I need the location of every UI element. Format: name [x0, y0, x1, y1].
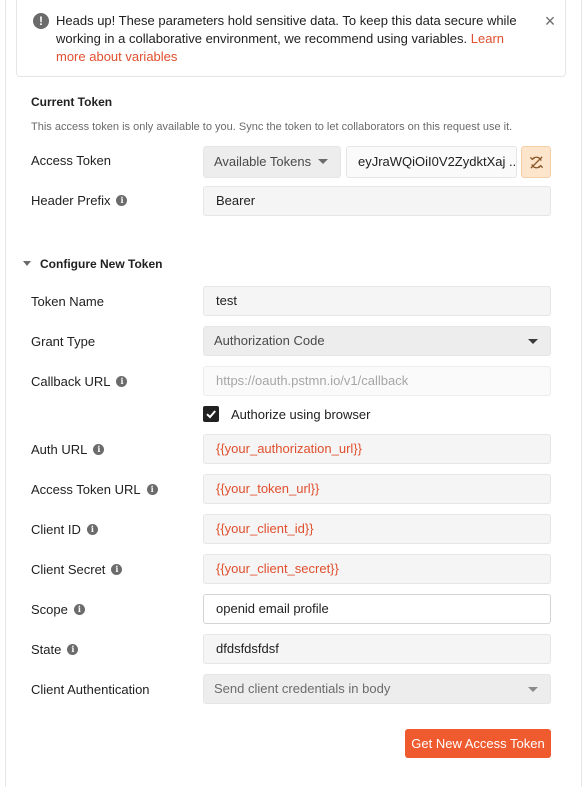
checkmark-icon [206, 410, 216, 419]
client-id-label-text: Client ID [31, 522, 81, 537]
access-token-value[interactable]: eyJraWQiOiI0V2ZydktXaj ... [346, 146, 517, 178]
auth-url-input[interactable]: {{your_authorization_url}} [203, 434, 551, 464]
chevron-down-icon [318, 159, 328, 164]
chevron-down-icon [528, 339, 538, 344]
available-tokens-value: Available Tokens [214, 154, 312, 169]
client-secret-input[interactable]: {{your_client_secret}} [203, 554, 551, 584]
info-icon: i [116, 195, 128, 207]
info-icon: i [93, 444, 105, 456]
state-label: State i [31, 636, 79, 664]
scope-label: Scope i [31, 596, 85, 624]
token-name-label: Token Name [31, 294, 104, 309]
client-id-label: Client ID i [31, 516, 98, 544]
grant-type-select[interactable]: Authorization Code [203, 326, 551, 356]
authorize-browser-label[interactable]: Authorize using browser [231, 406, 370, 424]
sync-token-button[interactable] [521, 146, 551, 178]
callback-url-label-text: Callback URL [31, 374, 111, 389]
info-icon: i [111, 564, 123, 576]
access-token-url-label-text: Access Token URL [31, 482, 141, 497]
state-label-text: State [31, 642, 62, 657]
info-icon: i [86, 524, 98, 536]
info-icon: i [67, 644, 79, 656]
auth-url-label-text: Auth URL [31, 442, 88, 457]
current-token-title: Current Token [31, 95, 113, 109]
info-icon: i [116, 376, 128, 388]
client-id-input[interactable]: {{your_client_id}} [203, 514, 551, 544]
client-authentication-label: Client Authentication [31, 682, 150, 697]
header-prefix-label: Header Prefix i [31, 187, 128, 215]
chevron-down-icon [528, 687, 538, 692]
authorize-browser-checkbox[interactable] [203, 406, 219, 422]
sync-off-icon [529, 156, 544, 169]
grant-type-value: Authorization Code [214, 333, 325, 348]
collapse-caret-icon[interactable] [23, 261, 31, 266]
configure-new-token-title[interactable]: Configure New Token [40, 257, 162, 271]
alert-message-text: Heads up! These parameters hold sensitiv… [56, 13, 517, 46]
state-input[interactable]: dfdsfdsfdsf [203, 634, 551, 664]
auth-url-label: Auth URL i [31, 436, 105, 464]
header-prefix-label-text: Header Prefix [31, 193, 111, 208]
alert-exclamation-icon: ! [33, 13, 49, 29]
client-secret-label: Client Secret i [31, 556, 123, 584]
callback-url-input[interactable]: https://oauth.pstmn.io/v1/callback [203, 366, 551, 396]
info-icon: i [146, 484, 158, 496]
close-icon[interactable]: × [543, 12, 557, 30]
access-token-label: Access Token [31, 153, 111, 168]
info-icon: i [73, 604, 85, 616]
sensitive-data-alert: ! Heads up! These parameters hold sensit… [16, 0, 566, 77]
client-authentication-select[interactable]: Send client credentials in body [203, 674, 551, 704]
current-token-hint: This access token is only available to y… [31, 121, 513, 133]
callback-url-label: Callback URL i [31, 368, 128, 396]
access-token-url-input[interactable]: {{your_token_url}} [203, 474, 551, 504]
get-new-access-token-button[interactable]: Get New Access Token [405, 729, 551, 758]
access-token-url-label: Access Token URL i [31, 476, 158, 504]
header-prefix-input[interactable]: Bearer [203, 186, 551, 216]
client-secret-label-text: Client Secret [31, 562, 106, 577]
scope-input[interactable]: openid email profile [203, 594, 551, 624]
token-name-input[interactable]: test [203, 286, 551, 316]
available-tokens-select[interactable]: Available Tokens [203, 146, 341, 178]
client-authentication-value: Send client credentials in body [214, 681, 391, 696]
alert-message: Heads up! These parameters hold sensitiv… [56, 12, 536, 66]
scope-label-text: Scope [31, 602, 68, 617]
grant-type-label: Grant Type [31, 334, 96, 349]
